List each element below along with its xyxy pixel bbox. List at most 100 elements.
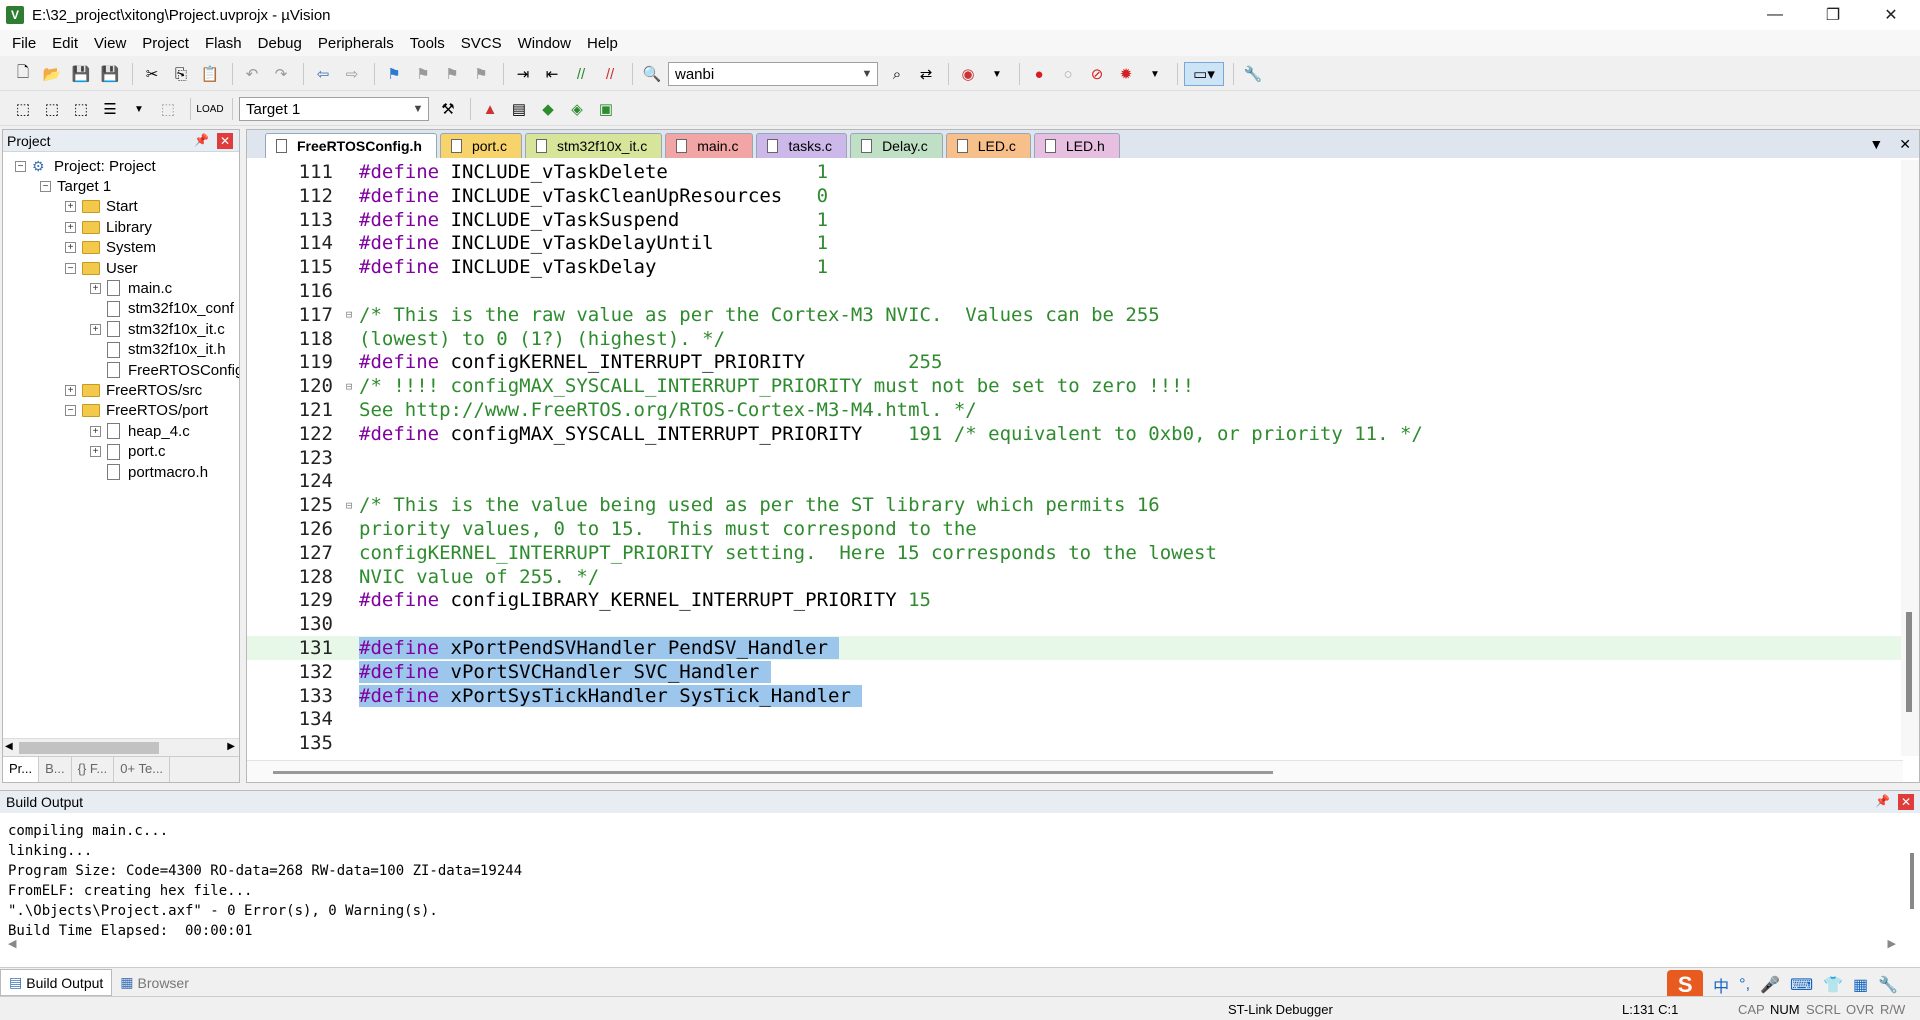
- menu-view[interactable]: View: [86, 35, 134, 52]
- navigate-forward-icon[interactable]: ⇨: [339, 62, 365, 86]
- paste-icon[interactable]: 📋: [197, 62, 223, 86]
- close-icon[interactable]: ✕: [1898, 794, 1914, 810]
- fold-collapse-icon[interactable]: ⊟: [343, 308, 355, 321]
- pin-icon[interactable]: 📌: [1875, 794, 1890, 808]
- build-icon[interactable]: ⬚: [39, 97, 65, 121]
- tab-functions[interactable]: {} F...: [72, 757, 115, 782]
- tree-node[interactable]: + System: [65, 237, 156, 259]
- code-line[interactable]: 111 #define INCLUDE_vTaskDelete 1: [247, 160, 1917, 184]
- collapse-icon[interactable]: −: [65, 405, 76, 417]
- menu-svcs[interactable]: SVCS: [453, 35, 510, 52]
- menu-flash[interactable]: Flash: [197, 35, 250, 52]
- tree-node[interactable]: + Start: [65, 196, 138, 218]
- manage-packs-icon[interactable]: ◆: [535, 97, 561, 121]
- editor-tab[interactable]: stm32f10x_it.c: [524, 133, 663, 158]
- code-line[interactable]: 131 #define xPortPendSVHandler PendSV_Han…: [247, 636, 1917, 660]
- punctuation-icon[interactable]: °,: [1739, 976, 1750, 994]
- pack-installer-icon[interactable]: ▣: [593, 97, 619, 121]
- code-line[interactable]: 128 NVIC value of 255. */: [247, 565, 1917, 589]
- menu-window[interactable]: Window: [510, 35, 579, 52]
- tree-node[interactable]: stm32f10x_it.h: [90, 339, 226, 361]
- tree-node[interactable]: stm32f10x_conf: [90, 298, 234, 320]
- code-line[interactable]: 122 #define configMAX_SYSCALL_INTERRUPT_P…: [247, 422, 1917, 446]
- code-line[interactable]: 130: [247, 612, 1917, 636]
- expand-icon[interactable]: +: [65, 384, 76, 396]
- download-load-icon[interactable]: LOAD: [196, 97, 223, 121]
- editor-horizontal-scrollbar[interactable]: [247, 760, 1903, 782]
- find-replace-icon[interactable]: ⇄: [913, 62, 939, 86]
- editor-tab[interactable]: Delay.c: [850, 133, 943, 158]
- disable-breakpoint-icon[interactable]: ○: [1055, 62, 1081, 86]
- close-window-button[interactable]: ✕: [1862, 0, 1920, 30]
- expand-icon[interactable]: +: [90, 282, 101, 294]
- fold-collapse-icon[interactable]: ⊟: [343, 380, 355, 393]
- next-bookmark-icon[interactable]: ⚑: [439, 62, 465, 86]
- stop-build-icon[interactable]: ⬚: [155, 97, 181, 121]
- menu-project[interactable]: Project: [134, 35, 197, 52]
- find-combo[interactable]: wanbi ▼: [668, 62, 878, 86]
- code-line[interactable]: 117 ⊟ /* This is the raw value as per the …: [247, 303, 1917, 327]
- redo-icon[interactable]: ↷: [268, 62, 294, 86]
- collapse-icon[interactable]: −: [15, 160, 26, 172]
- code-line[interactable]: 120 ⊟ /* !!!! configMAX_SYSCALL_INTERRUPT_…: [247, 374, 1917, 398]
- tab-templates[interactable]: 0+ Te...: [114, 757, 171, 782]
- expand-icon[interactable]: +: [65, 201, 76, 213]
- select-packs-icon[interactable]: ◈: [564, 97, 590, 121]
- chevron-down-icon[interactable]: ▼: [859, 65, 875, 83]
- project-horizontal-scrollbar[interactable]: ◀ ▶: [3, 738, 239, 756]
- code-line[interactable]: 115 #define INCLUDE_vTaskDelay 1: [247, 255, 1917, 279]
- rebuild-icon[interactable]: ⬚: [68, 97, 94, 121]
- code-line[interactable]: 119 #define configKERNEL_INTERRUPT_PRIORI…: [247, 350, 1917, 374]
- find-in-files-icon[interactable]: 🔍: [639, 62, 665, 86]
- code-line[interactable]: 132 #define vPortSVCHandler SVC_Handler: [247, 660, 1917, 684]
- dropdown-arrow-icon[interactable]: ▼: [984, 62, 1010, 86]
- tree-node[interactable]: portmacro.h: [90, 461, 208, 483]
- minimize-button[interactable]: —: [1746, 0, 1804, 30]
- configure-wrench-icon[interactable]: 🔧: [1240, 62, 1266, 86]
- expand-icon[interactable]: +: [90, 323, 101, 335]
- uncomment-icon[interactable]: //: [597, 62, 623, 86]
- toolbox-icon[interactable]: ▦: [1853, 975, 1868, 995]
- code-line[interactable]: 129 #define configLIBRARY_KERNEL_INTERRUP…: [247, 588, 1917, 612]
- code-line[interactable]: 112 #define INCLUDE_vTaskCleanUpResources…: [247, 184, 1917, 208]
- prev-bookmark-icon[interactable]: ⚑: [410, 62, 436, 86]
- breakpoint-icon[interactable]: ●: [1026, 62, 1052, 86]
- dropdown-arrow-icon[interactable]: ▼: [1142, 62, 1168, 86]
- manage-components-icon[interactable]: ▲: [477, 97, 503, 121]
- tree-node[interactable]: + FreeRTOS/src: [65, 379, 202, 401]
- code-line[interactable]: 133 #define xPortSysTickHandler SysTick_H…: [247, 684, 1917, 708]
- pin-icon[interactable]: 📌: [194, 133, 209, 147]
- tab-list-dropdown-icon[interactable]: ▼: [1869, 136, 1883, 153]
- menu-file[interactable]: File: [4, 35, 44, 52]
- maximize-button[interactable]: ❐: [1804, 0, 1862, 30]
- tree-node[interactable]: + main.c: [90, 277, 172, 299]
- indent-icon[interactable]: ⇥: [510, 62, 536, 86]
- collapse-icon[interactable]: −: [40, 180, 51, 192]
- tree-node[interactable]: + Library: [65, 216, 152, 238]
- code-line[interactable]: 124: [247, 469, 1917, 493]
- target-options-icon[interactable]: ⚒: [435, 97, 461, 121]
- microphone-icon[interactable]: 🎤: [1760, 975, 1780, 995]
- code-line[interactable]: 113 #define INCLUDE_vTaskSuspend 1: [247, 208, 1917, 232]
- code-line[interactable]: 126 priority values, 0 to 15. This must c…: [247, 517, 1917, 541]
- close-tab-icon[interactable]: ✕: [1899, 136, 1911, 153]
- incremental-find-icon[interactable]: ⌕: [884, 62, 910, 86]
- code-line[interactable]: 134: [247, 707, 1917, 731]
- code-line[interactable]: 123: [247, 446, 1917, 470]
- menu-tools[interactable]: Tools: [402, 35, 453, 52]
- tree-node[interactable]: + port.c: [90, 441, 166, 463]
- fold-collapse-icon[interactable]: ⊟: [343, 499, 355, 512]
- window-layout-icon[interactable]: ▭▾: [1184, 62, 1224, 86]
- code-line[interactable]: 127 configKERNEL_INTERRUPT_PRIORITY setti…: [247, 541, 1917, 565]
- code-line[interactable]: 121 See http://www.FreeRTOS.org/RTOS-Cort…: [247, 398, 1917, 422]
- save-all-icon[interactable]: 💾: [97, 62, 123, 86]
- unindent-icon[interactable]: ⇤: [539, 62, 565, 86]
- menu-edit[interactable]: Edit: [44, 35, 86, 52]
- editor-tab[interactable]: tasks.c: [756, 133, 848, 158]
- tab-project[interactable]: Pr...: [3, 757, 40, 782]
- code-line[interactable]: 114 #define INCLUDE_vTaskDelayUntil 1: [247, 231, 1917, 255]
- tree-node[interactable]: FreeRTOSConfig: [90, 359, 239, 381]
- navigate-back-icon[interactable]: ⇦: [310, 62, 336, 86]
- build-output-scrollbar[interactable]: [1910, 853, 1914, 909]
- settings-wrench-icon[interactable]: 🔧: [1878, 975, 1898, 995]
